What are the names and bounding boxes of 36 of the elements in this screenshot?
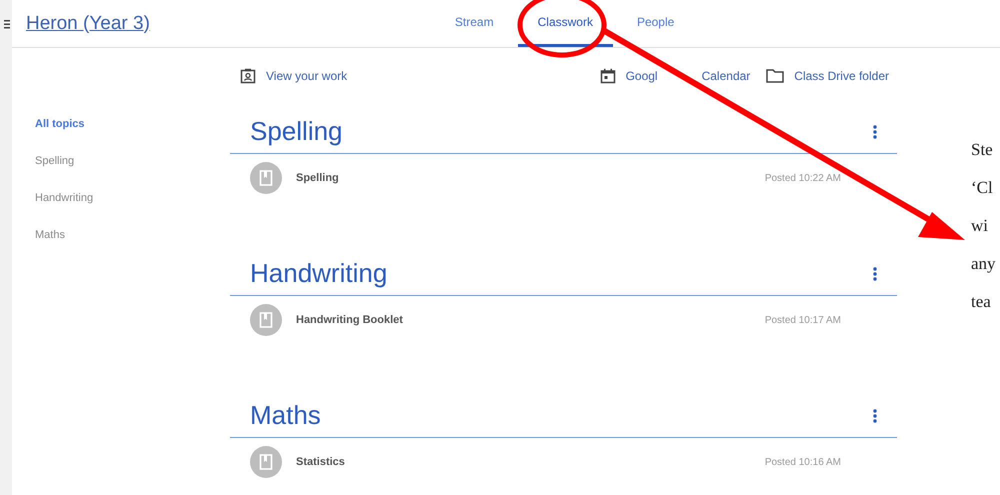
posted-time: Posted 10:17 AM (764, 314, 841, 326)
menu-icon[interactable] (4, 18, 10, 28)
nav-tab[interactable]: Classwork (518, 0, 613, 47)
note-text: tea (971, 291, 992, 313)
nav-tab[interactable]: People (616, 0, 694, 47)
more-options-icon[interactable] (873, 408, 877, 422)
calendar-icon (600, 68, 616, 84)
assignment-icon (250, 446, 282, 478)
view-work-link[interactable]: View your work (266, 69, 348, 83)
posted-time: Posted 10:22 AM (764, 172, 841, 184)
topic-heading: Handwriting (250, 258, 388, 289)
posted-time: Posted 10:16 AM (764, 456, 841, 468)
assignment-title[interactable]: Spelling (296, 172, 751, 184)
note-text: ‘Cl (971, 177, 994, 199)
folder-icon (766, 69, 784, 83)
assignment-icon (250, 304, 282, 336)
class-title[interactable]: Heron (Year 3) (26, 12, 150, 34)
topic-link[interactable]: Maths (35, 229, 65, 241)
person-badge-icon (240, 68, 256, 84)
assignment-icon (250, 162, 282, 194)
nav-tab[interactable]: Stream (434, 0, 514, 47)
topic-link[interactable]: Spelling (35, 155, 74, 167)
note-text: wi (971, 215, 989, 237)
assignment-title[interactable]: Statistics (296, 456, 751, 468)
calendar-link[interactable]: Calendar (702, 69, 750, 83)
topic-heading: Maths (250, 400, 321, 431)
note-text: any (971, 253, 997, 275)
calendar-link[interactable]: Googl (626, 69, 658, 83)
more-options-icon[interactable] (873, 124, 877, 138)
topic-link[interactable]: Handwriting (35, 192, 94, 204)
topic-link[interactable]: All topics (35, 118, 85, 130)
drive-folder-link[interactable]: Class Drive folder (794, 69, 889, 83)
topic-heading: Spelling (250, 116, 343, 147)
more-options-icon[interactable] (873, 266, 877, 280)
assignment-title[interactable]: Handwriting Booklet (296, 314, 751, 326)
note-text: Ste (971, 139, 994, 161)
